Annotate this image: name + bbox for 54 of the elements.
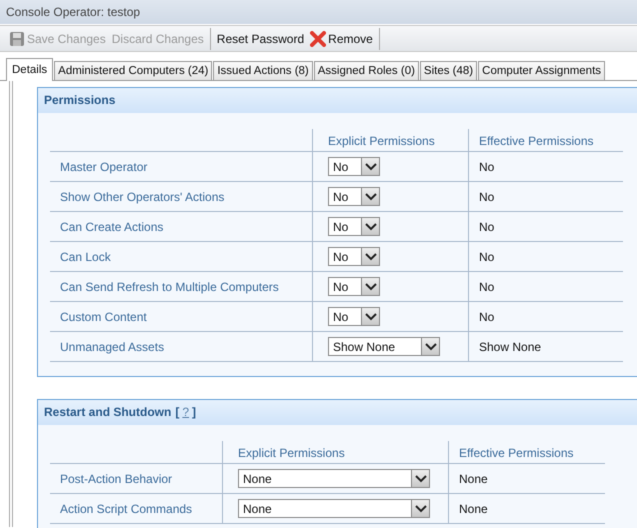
chevron-down-icon bbox=[361, 218, 379, 235]
effective-value: None bbox=[459, 502, 488, 516]
chevron-down-icon bbox=[411, 500, 429, 517]
effective-value: None bbox=[459, 472, 488, 486]
permission-dropdown[interactable]: None bbox=[238, 469, 430, 488]
permission-dropdown[interactable]: No bbox=[328, 217, 380, 236]
permission-dropdown[interactable]: Show None bbox=[328, 337, 440, 356]
tab[interactable]: Computer Assignments bbox=[478, 61, 606, 80]
permission-label: Master Operator bbox=[60, 160, 148, 174]
tab[interactable]: Sites (48) bbox=[420, 61, 478, 80]
effective-value: Show None bbox=[479, 340, 542, 354]
permission-label: Can Send Refresh to Multiple Computers bbox=[60, 280, 279, 294]
chevron-down-icon bbox=[421, 338, 439, 355]
permission-dropdown[interactable]: None bbox=[238, 499, 430, 518]
tab[interactable]: Details bbox=[6, 58, 54, 81]
permission-dropdown[interactable]: No bbox=[328, 157, 380, 176]
bracket: ] bbox=[192, 405, 196, 419]
chevron-down-icon bbox=[361, 158, 379, 175]
column-header: Effective Permissions bbox=[459, 446, 574, 460]
bracket: [ bbox=[175, 405, 180, 419]
tab[interactable]: Administered Computers (24) bbox=[54, 61, 212, 80]
window-title: Console Operator: testop bbox=[6, 5, 140, 19]
effective-value: No bbox=[479, 250, 494, 264]
toolbar-button[interactable]: Remove bbox=[307, 30, 376, 46]
chevron-down-icon bbox=[361, 188, 379, 205]
column-header: Explicit Permissions bbox=[328, 134, 435, 148]
section-title: Restart and Shutdown bbox=[44, 405, 172, 419]
permission-label: Custom Content bbox=[60, 310, 147, 324]
close-icon bbox=[310, 30, 326, 46]
permission-label: Show Other Operators' Actions bbox=[60, 190, 224, 204]
permission-label: Post-Action Behavior bbox=[60, 472, 172, 486]
effective-value: No bbox=[479, 280, 494, 294]
section-title: Permissions bbox=[44, 93, 116, 107]
permission-label: Action Script Commands bbox=[60, 502, 192, 516]
column-header: Effective Permissions bbox=[479, 134, 594, 148]
chevron-down-icon bbox=[361, 278, 379, 295]
permission-label: Can Lock bbox=[60, 250, 111, 264]
chevron-down-icon bbox=[361, 308, 379, 325]
effective-value: No bbox=[479, 310, 494, 324]
column-header: Explicit Permissions bbox=[238, 446, 345, 460]
permission-dropdown[interactable]: No bbox=[328, 187, 380, 206]
permission-dropdown[interactable]: No bbox=[328, 277, 380, 296]
tab[interactable]: Issued Actions (8) bbox=[213, 61, 313, 80]
toolbar-button[interactable]: Reset Password bbox=[214, 32, 308, 46]
chevron-down-icon bbox=[411, 470, 429, 487]
permission-label: Can Create Actions bbox=[60, 220, 164, 234]
permission-label: Unmanaged Assets bbox=[60, 340, 164, 354]
chevron-down-icon bbox=[361, 248, 379, 265]
tab[interactable]: Assigned Roles (0) bbox=[314, 61, 419, 80]
effective-value: No bbox=[479, 190, 494, 204]
permission-dropdown[interactable]: No bbox=[328, 247, 380, 266]
effective-value: No bbox=[479, 220, 494, 234]
effective-value: No bbox=[479, 160, 494, 174]
permission-dropdown[interactable]: No bbox=[328, 307, 380, 326]
